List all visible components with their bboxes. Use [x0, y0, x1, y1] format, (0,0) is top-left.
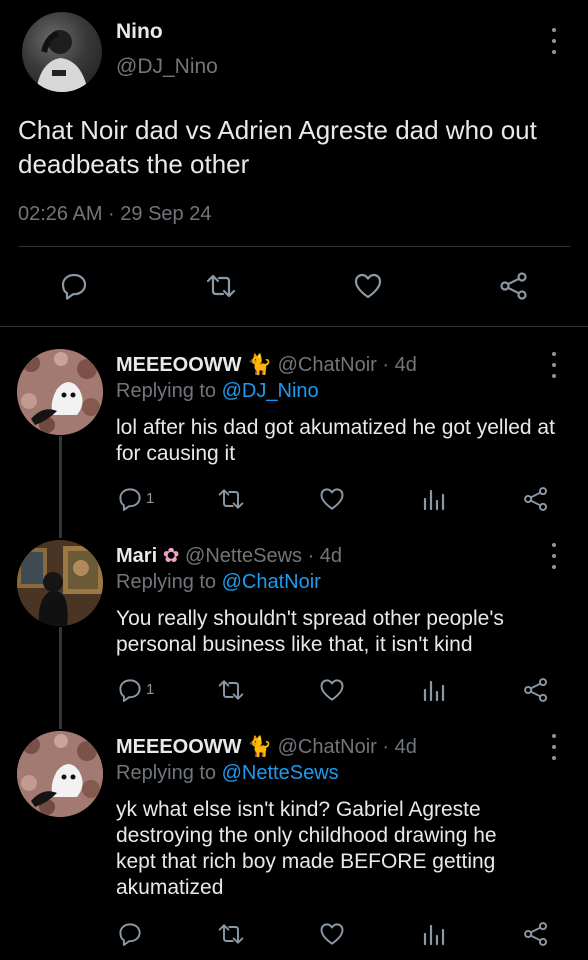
lotus-emoji-icon: ✿	[162, 545, 180, 567]
replying-to-link[interactable]: @DJ_Nino	[222, 380, 319, 402]
like-button[interactable]	[318, 485, 346, 513]
reply-text: You really shouldn't spread other people…	[116, 607, 504, 656]
author-name[interactable]: MEEEOOWW	[116, 354, 242, 376]
author-name[interactable]: MEEEOOWW	[116, 736, 242, 758]
author-handle[interactable]: @ChatNoir	[278, 736, 377, 758]
reply-text: yk what else isn't kind? Gabriel Agreste…	[116, 798, 497, 899]
retweet-button[interactable]	[204, 270, 238, 302]
reply-button[interactable]	[116, 676, 144, 704]
retweet-button[interactable]	[216, 485, 246, 513]
retweet-icon	[218, 680, 244, 700]
share-icon	[524, 487, 548, 511]
cat-emoji-icon: 🐈	[247, 354, 273, 376]
views-icon	[423, 489, 445, 511]
views-button[interactable]	[420, 676, 448, 704]
reply-button[interactable]	[116, 485, 144, 513]
tweet-age: · 4d	[307, 545, 343, 567]
reply-icon	[119, 679, 141, 702]
like-button[interactable]	[352, 270, 384, 302]
more-options-icon[interactable]	[549, 734, 559, 760]
replying-label: Replying to	[116, 571, 217, 593]
avatar-image	[17, 540, 103, 626]
reply-icon	[61, 273, 87, 300]
cat-emoji-icon: 🐈	[247, 736, 273, 758]
reply-icon	[119, 923, 141, 946]
reply-count: 1	[146, 681, 155, 698]
share-button[interactable]	[522, 920, 550, 948]
author-name[interactable]: Mari	[116, 545, 157, 567]
retweet-button[interactable]	[216, 920, 246, 948]
avatar[interactable]	[17, 731, 103, 817]
avatar[interactable]	[22, 12, 102, 92]
reply-header: Mari ✿ @NetteSews · 4d	[116, 543, 342, 568]
replying-to-link[interactable]: @NetteSews	[222, 762, 339, 784]
author-name[interactable]: Nino	[116, 20, 163, 44]
more-options-icon[interactable]	[549, 28, 559, 54]
replying-to-link[interactable]: @ChatNoir	[222, 571, 321, 593]
replying-label: Replying to	[116, 380, 217, 402]
author-handle[interactable]: @ChatNoir	[278, 354, 377, 376]
heart-icon	[320, 923, 344, 945]
author-handle[interactable]: @NetteSews	[185, 545, 302, 567]
more-options-icon[interactable]	[549, 543, 559, 569]
like-button[interactable]	[318, 920, 346, 948]
reply-header: MEEEOOWW 🐈 @ChatNoir · 4d	[116, 352, 417, 377]
avatar-image	[36, 30, 88, 92]
share-button[interactable]	[498, 270, 530, 302]
avatar[interactable]	[17, 349, 103, 435]
replying-label: Replying to	[116, 762, 217, 784]
avatar[interactable]	[17, 540, 103, 626]
share-button[interactable]	[522, 676, 550, 704]
tweet-text: Chat Noir dad vs Adrien Agreste dad who …	[18, 115, 537, 179]
tweet-age: · 4d	[382, 354, 417, 376]
tweet-age: · 4d	[382, 736, 417, 758]
heart-icon	[320, 679, 344, 701]
share-icon	[524, 678, 548, 702]
author-handle[interactable]: @DJ_Nino	[116, 55, 218, 79]
divider	[0, 326, 588, 327]
views-button[interactable]	[420, 920, 448, 948]
share-icon	[524, 922, 548, 946]
like-button[interactable]	[318, 676, 346, 704]
replying-to: Replying to @DJ_Nino	[116, 380, 319, 403]
thread-line	[59, 627, 62, 729]
avatar-image	[17, 349, 103, 435]
divider	[18, 246, 570, 247]
replying-to: Replying to @NetteSews	[116, 762, 339, 785]
share-icon	[500, 272, 527, 300]
reply-icon	[119, 488, 141, 511]
share-button[interactable]	[522, 485, 550, 513]
tweet-timestamp: 02:26 AM · 29 Sep 24	[18, 203, 212, 225]
views-icon	[423, 924, 445, 946]
more-options-icon[interactable]	[549, 352, 559, 378]
thread-line	[59, 436, 62, 538]
reply-text: lol after his dad got akumatized he got …	[116, 416, 555, 465]
reply-button[interactable]	[116, 920, 144, 948]
reply-count: 1	[146, 490, 155, 507]
avatar-image	[17, 731, 103, 817]
reply-button[interactable]	[58, 270, 90, 302]
retweet-button[interactable]	[216, 676, 246, 704]
retweet-icon	[218, 924, 244, 944]
retweet-icon	[218, 489, 244, 509]
views-icon	[423, 680, 445, 702]
views-button[interactable]	[420, 485, 448, 513]
heart-icon	[354, 273, 382, 299]
heart-icon	[320, 488, 344, 510]
replying-to: Replying to @ChatNoir	[116, 571, 321, 594]
retweet-icon	[206, 274, 236, 298]
reply-header: MEEEOOWW 🐈 @ChatNoir · 4d	[116, 734, 417, 759]
